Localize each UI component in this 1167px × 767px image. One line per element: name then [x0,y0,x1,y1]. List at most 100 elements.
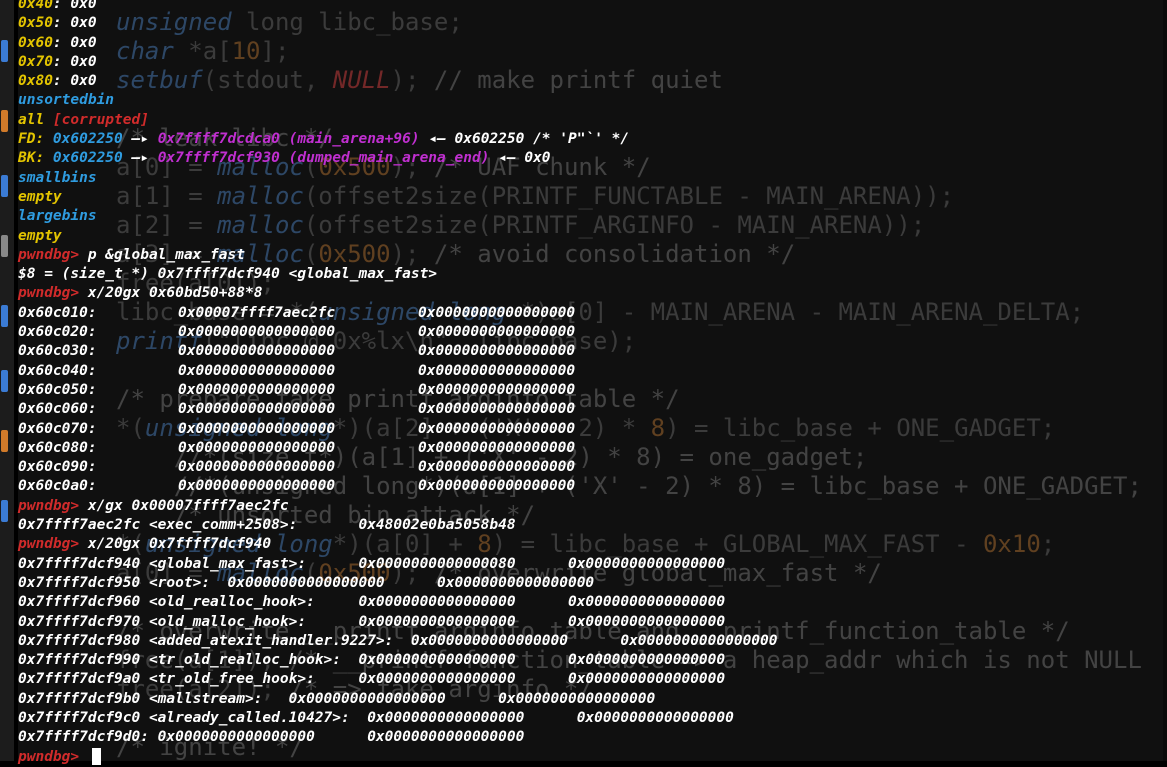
terminal-text: : 0x0 [52,0,97,12]
terminal-line: pwndbg> x/gx 0x00007ffff7aec2fc [18,497,1167,516]
terminal-line: 0x60c080: 0x0000000000000000 0x00000000000… [18,439,1167,458]
terminal-line: all [corrupted] [18,111,1167,130]
pwndbg-terminal[interactable]: 0x40: 0x0 0x50: 0x0 0x60: 0x0 0x70: 0x0 0x80… [18,0,1167,765]
terminal-line: $8 = (size_t *) 0x7ffff7dcf940 <global_m… [18,265,1167,284]
terminal-text: 0x0000000000000000 [418,381,576,398]
terminal-line: pwndbg> [18,747,1167,767]
terminal-text: 0x7ffff7dcdca0 (main_arena+96) [157,131,420,148]
terminal-text: 0x60 [18,34,53,51]
left-dock [0,0,14,761]
terminal-text: BK: [18,150,53,167]
dock-app-icon[interactable] [1,40,8,62]
terminal-text: 0x0000000000000000 [178,362,336,379]
terminal-text: 0x7ffff7dcf9c0 <already_called.10427>: 0… [18,709,734,726]
terminal-text: $8 = (size_t *) 0x7ffff7dcf940 <global_m… [18,266,438,283]
terminal-line: 0x60c010: 0x00007ffff7aec2fc 0x00000000000… [18,304,1167,323]
terminal-text: 0x60c050: [18,381,97,398]
terminal-line: 0x7ffff7dcf980 <added_atexit_handler.922… [18,632,1167,651]
terminal-text: p &global_max_fast [79,246,245,263]
terminal-text: 0x0000000000000000 [418,439,576,456]
dock-app-icon[interactable] [1,430,8,452]
terminal-line: pwndbg> x/20gx 0x7ffff7dcf940 [18,535,1167,554]
terminal-text: 0x602250 [52,150,123,167]
terminal-text: x/20gx 0x7ffff7dcf940 [79,536,272,553]
terminal-text: 0x0000000000000000 [178,420,336,437]
terminal-text: 0x7ffff7dcf990 <tr_old_realloc_hook>: 0x… [18,652,726,669]
terminal-text: 0x7ffff7dcf930 (dumped_main_arena_end) [157,150,490,167]
terminal-text: 0x7ffff7dcf940 <global_max_fast>: 0x0000… [18,555,726,572]
terminal-text: 0x50 [18,15,53,32]
terminal-line: FD: 0x602250 —▸ 0x7ffff7dcdca0 (main_are… [18,130,1167,149]
terminal-text: 0x0000000000000000 [178,381,336,398]
terminal-line: 0x7ffff7dcf990 <tr_old_realloc_hook>: 0x… [18,651,1167,670]
terminal-text: x/gx 0x00007ffff7aec2fc [79,497,289,514]
terminal-cursor[interactable] [91,747,101,765]
pwndbg-prompt: pwndbg> [18,748,80,765]
terminal-line: pwndbg> p &global_max_fast [18,246,1167,265]
terminal-line: 0x70: 0x0 [18,53,1167,72]
terminal-line: smallbins [18,169,1167,188]
terminal-text: : 0x0 [52,73,97,90]
terminal-line: 0x7ffff7dcf9d0: 0x0000000000000000 0x000… [18,728,1167,747]
terminal-text: : 0x0 [52,53,97,70]
terminal-line: 0x60c030: 0x0000000000000000 0x00000000000… [18,342,1167,361]
terminal-text: —▸ [122,131,158,148]
terminal-line: 0x7ffff7dcf960 <old_realloc_hook>: 0x000… [18,593,1167,612]
terminal-text: 0x0000000000000000 [418,401,576,418]
terminal-text: 0x60c010: [18,304,97,321]
terminal-text: empty [18,188,62,205]
terminal-text: 0x0000000000000000 [418,324,576,341]
terminal-text: 0x0000000000000000 [178,439,336,456]
terminal-text: 0x7ffff7dcf970 <old_malloc_hook>: 0x0000… [18,613,726,630]
dock-app-icon[interactable] [1,235,8,257]
terminal-text: 0x7ffff7dcf9b0 <mallstream>: 0x000000000… [18,690,656,707]
terminal-text: 0x7ffff7dcf9d0: 0x0000000000000000 0x000… [18,729,525,746]
terminal-line: 0x7ffff7dcf970 <old_malloc_hook>: 0x0000… [18,613,1167,632]
terminal-text: : 0x0 [52,34,97,51]
terminal-text: 0x0000000000000000 [418,343,576,360]
terminal-line: 0x80: 0x0 [18,72,1167,91]
terminal-line: 0x7ffff7dcf9b0 <mallstream>: 0x000000000… [18,690,1167,709]
terminal-text: 0x0000000000000000 [418,459,576,476]
terminal-text: 0x0000000000000000 [178,459,336,476]
dock-app-icon[interactable] [1,500,8,522]
terminal-line: 0x7ffff7dcf940 <global_max_fast>: 0x0000… [18,555,1167,574]
terminal-text: 0x60c080: [18,439,97,456]
terminal-line: 0x40: 0x0 [18,0,1167,14]
terminal-text: 0x60c040: [18,362,97,379]
terminal-line: 0x60c0a0: 0x0000000000000000 0x00000000000… [18,477,1167,496]
dock-app-icon[interactable] [1,110,8,132]
terminal-line: 0x7ffff7dcf9c0 <already_called.10427>: 0… [18,709,1167,728]
terminal-text: ◂— 0x0 [489,150,551,167]
terminal-text: 0x00007ffff7aec2fc [178,304,336,321]
terminal-text: 0x0000000000000000 [418,420,576,437]
terminal-text: [corrupted] [44,111,149,128]
terminal-text: : 0x0 [52,15,97,32]
terminal-text: 0x7ffff7dcf9a0 <tr_old_free_hook>: 0x000… [18,671,726,688]
pwndbg-prompt: pwndbg> [18,497,80,514]
terminal-text: 0x0000000000000000 [178,343,336,360]
terminal-line: unsortedbin [18,91,1167,110]
terminal-line: 0x50: 0x0 [18,14,1167,33]
terminal-text: smallbins [18,169,97,186]
pwndbg-prompt: pwndbg> [18,246,80,263]
terminal-text: 0x60c0a0: [18,478,97,495]
terminal-line: 0x60c070: 0x0000000000000000 0x00000000000… [18,420,1167,439]
terminal-line: empty [18,227,1167,246]
pwndbg-prompt: pwndbg> [18,536,80,553]
terminal-scrollbar[interactable] [1163,0,1167,761]
terminal-line: 0x7ffff7dcf950 <root>: 0x000000000000000… [18,574,1167,593]
dock-app-icon[interactable] [1,370,8,392]
terminal-text: 0x60c090: [18,459,97,476]
terminal-line: 0x60c020: 0x0000000000000000 0x00000000000… [18,323,1167,342]
terminal-line: largebins [18,207,1167,226]
terminal-line: 0x7ffff7aec2fc <exec_comm+2508>: 0x48002… [18,516,1167,535]
terminal-text: 0x0000000000000000 [418,478,576,495]
dock-app-icon[interactable] [1,175,8,197]
terminal-text: 0x7ffff7dcf980 <added_atexit_handler.922… [18,632,778,649]
terminal-text: 0x0000000000000000 [418,362,576,379]
terminal-text: 0x0000000000000000 [418,304,576,321]
terminal-line: 0x60: 0x0 [18,34,1167,53]
terminal-line: 0x60c090: 0x0000000000000000 0x00000000000… [18,458,1167,477]
dock-app-icon[interactable] [1,305,8,327]
